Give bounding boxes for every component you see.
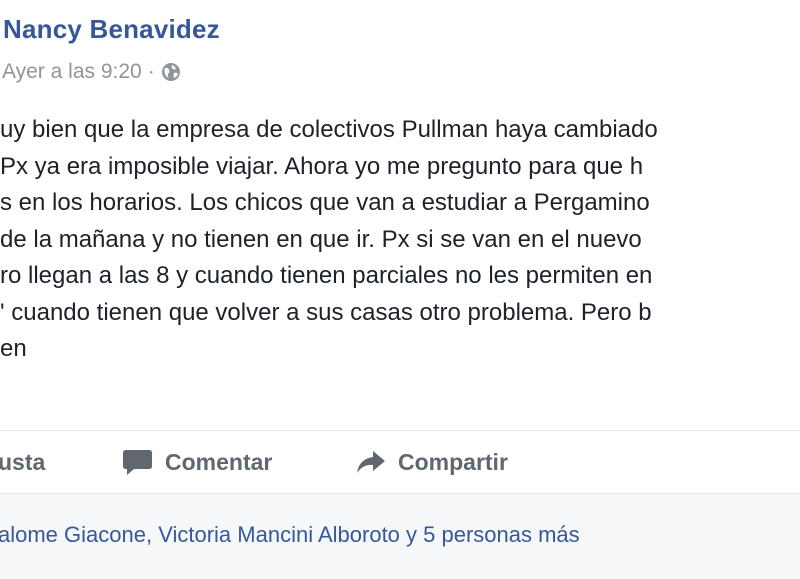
post-body-line: ro llegan a las 8 y cuando tienen parcia… (0, 262, 653, 289)
post-body-line: Px ya era imposible viajar. Ahora yo me … (0, 152, 644, 180)
post-meta: Ayer a las 9:20 · (2, 60, 181, 84)
post-body-line: de la mañana y no tienen en que ir. Px s… (0, 225, 642, 253)
comment-icon (123, 449, 152, 475)
globe-icon[interactable] (161, 62, 181, 82)
post-body-line: s en los horarios. Los chicos que van a … (0, 189, 650, 216)
share-icon (357, 451, 385, 473)
post-body-line: uy bien que la empresa de colectivos Pul… (0, 116, 658, 143)
facebook-post: Nancy Benavidez Ayer a las 9:20 · uy bie… (0, 0, 800, 579)
reactions-footer: alome Giacone, Victoria Mancini Alboroto… (0, 494, 800, 579)
post-body-line: ' cuando tienen que volver a sus casas o… (0, 298, 652, 326)
author-name[interactable]: Nancy Benavidez (3, 14, 220, 45)
post-timestamp[interactable]: Ayer a las 9:20 (2, 60, 142, 84)
post-actions-bar: usta Comentar Compartir (0, 431, 800, 493)
reactions-summary[interactable]: alome Giacone, Victoria Mancini Alboroto… (0, 522, 580, 548)
meta-separator: · (147, 60, 155, 83)
comment-button[interactable]: Comentar (122, 431, 272, 493)
post-body-line: en (0, 335, 27, 362)
like-button[interactable]: usta (0, 431, 45, 493)
share-button[interactable]: Compartir (356, 431, 508, 493)
like-label: usta (0, 448, 46, 475)
share-label: Compartir (398, 448, 508, 475)
comment-label: Comentar (165, 448, 273, 475)
post-body: uy bien que la empresa de colectivos Pul… (0, 112, 800, 368)
